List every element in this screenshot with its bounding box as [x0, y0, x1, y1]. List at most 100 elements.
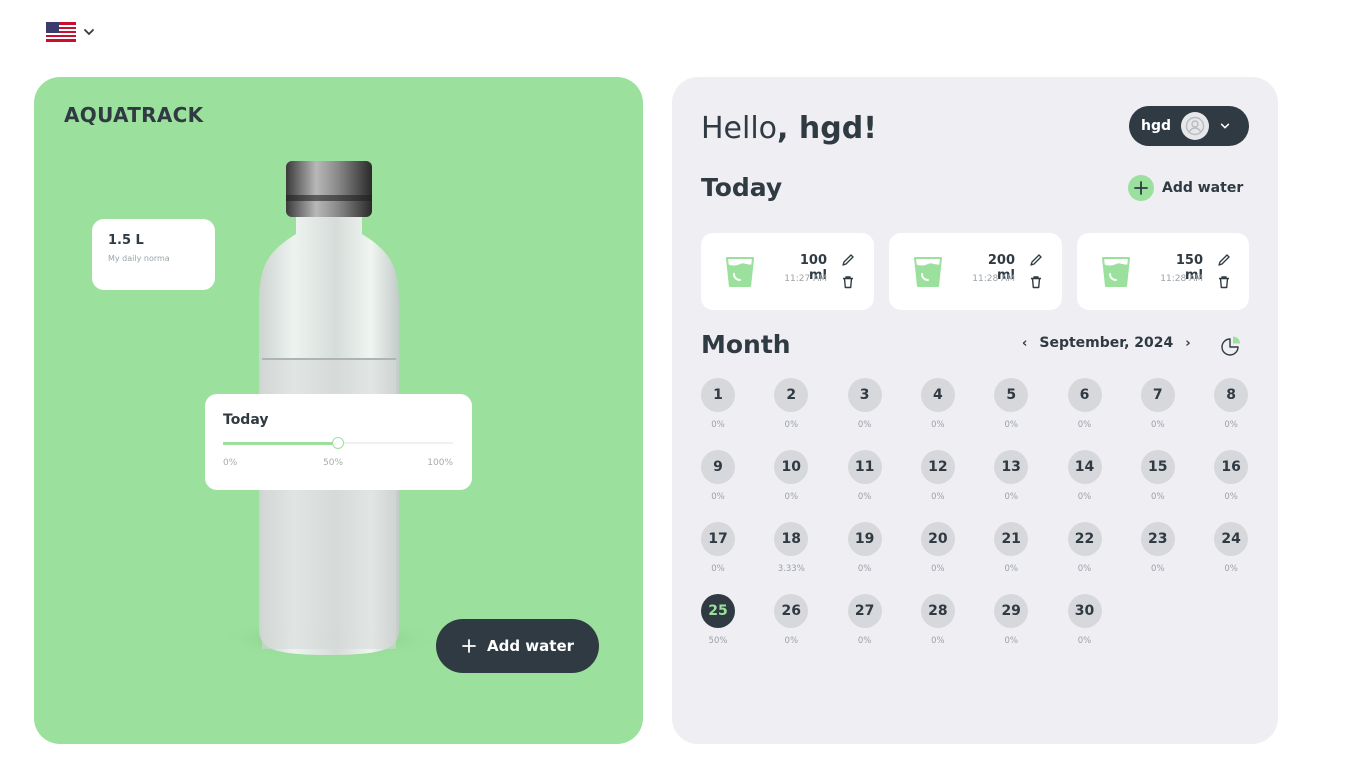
calendar-day: 3 0% [847, 378, 883, 430]
calendar-day-button[interactable]: 14 [1067, 450, 1102, 484]
edit-icon[interactable] [1029, 253, 1043, 267]
calendar-day-percent: 0% [857, 564, 872, 574]
calendar-day-button[interactable]: 27 [847, 594, 882, 628]
hero-panel: AQUATRACK 1.5 L My daily norma Today 0% … [34, 77, 643, 744]
avatar [1181, 112, 1210, 140]
entry-time: 11:28 AM [972, 274, 1015, 284]
language-switcher[interactable] [46, 22, 96, 42]
calendar-day-percent: 50% [708, 636, 728, 646]
tick-100: 100% [427, 458, 453, 468]
water-glass-icon [726, 257, 754, 287]
calendar-day-button[interactable]: 30 [1067, 594, 1102, 628]
us-flag-icon [46, 22, 76, 42]
month-section-title: Month [701, 330, 791, 359]
calendar-day: 25 50% [700, 594, 736, 646]
calendar-day-button[interactable]: 25 [701, 594, 735, 628]
trash-icon[interactable] [1029, 275, 1043, 289]
calendar-day-percent: 0% [1151, 564, 1165, 574]
month-label: September, 2024 [1039, 335, 1174, 351]
greeting: Hello, hgd! [701, 111, 877, 146]
logo: AQUATRACK [64, 103, 204, 127]
calendar-day-button[interactable]: 5 [994, 378, 1029, 412]
calendar-day: 23 0% [1140, 522, 1176, 574]
calendar-day: 9 0% [700, 450, 736, 502]
calendar-day-button[interactable]: 22 [1067, 522, 1102, 556]
progress-fill [223, 442, 338, 445]
daily-norma-label: My daily norma [108, 254, 170, 263]
calendar-day: 5 0% [993, 378, 1029, 430]
pie-chart-icon[interactable] [1220, 335, 1242, 357]
next-month-button[interactable]: › [1185, 336, 1190, 351]
calendar-day: 16 0% [1213, 450, 1249, 502]
calendar-day-percent: 0% [1077, 636, 1092, 646]
add-water-button[interactable]: Add water [436, 619, 599, 673]
calendar-day-button[interactable]: 2 [774, 378, 809, 412]
calendar-day: 30 0% [1067, 594, 1103, 646]
greeting-prefix: Hello [701, 111, 778, 146]
calendar-day-button[interactable]: 23 [1140, 522, 1175, 556]
calendar-day-button[interactable]: 7 [1140, 378, 1175, 412]
water-entry-card: 200 ml 11:28 AM [889, 233, 1062, 310]
calendar-day-button[interactable]: 12 [920, 450, 955, 484]
water-glass-icon [1102, 257, 1130, 287]
calendar-day-percent: 0% [1077, 492, 1092, 502]
calendar-day-percent: 0% [1004, 564, 1018, 574]
calendar-day-button[interactable]: 17 [701, 522, 735, 556]
calendar-day-button[interactable]: 13 [994, 450, 1029, 484]
calendar-day: 17 0% [700, 522, 736, 574]
calendar-day-button[interactable]: 1 [701, 378, 735, 412]
chevron-down-icon [84, 29, 94, 36]
edit-icon[interactable] [841, 253, 855, 267]
calendar-day-button[interactable]: 4 [920, 378, 955, 412]
calendar-day-button[interactable]: 19 [847, 522, 882, 556]
calendar-day-percent: 0% [711, 492, 725, 502]
calendar-day: 20 0% [920, 522, 956, 574]
calendar-day-button[interactable]: 16 [1214, 450, 1249, 484]
calendar-day-percent: 0% [1077, 564, 1092, 574]
progress-knob[interactable] [332, 437, 344, 449]
calendar-day-button[interactable]: 24 [1214, 522, 1249, 556]
calendar-day-button[interactable]: 20 [920, 522, 955, 556]
calendar-day-button[interactable]: 10 [774, 450, 809, 484]
calendar-day-percent: 0% [857, 492, 872, 502]
add-water-link[interactable]: Add water [1128, 175, 1243, 201]
calendar-day-button[interactable]: 28 [920, 594, 955, 628]
calendar-day: 19 0% [847, 522, 883, 574]
calendar-day: 29 0% [993, 594, 1029, 646]
calendar-day-button[interactable]: 9 [701, 450, 735, 484]
calendar-day-button[interactable]: 21 [994, 522, 1029, 556]
trash-icon[interactable] [841, 275, 855, 289]
calendar-day-percent: 0% [931, 564, 945, 574]
calendar-day-percent: 0% [1077, 420, 1092, 430]
calendar-day-percent: 0% [784, 492, 799, 502]
calendar-day-button[interactable]: 18 [774, 522, 809, 556]
calendar-day: 7 0% [1140, 378, 1176, 430]
calendar-day-button[interactable]: 29 [994, 594, 1029, 628]
tick-0: 0% [223, 458, 238, 468]
calendar-day-button[interactable]: 3 [847, 378, 882, 412]
chevron-down-icon [1220, 123, 1230, 129]
plus-circle-icon [1128, 175, 1154, 201]
user-menu-button[interactable]: hgd [1129, 106, 1249, 146]
tick-50: 50% [323, 458, 344, 468]
today-progress-title: Today [223, 412, 269, 428]
calendar-day-percent: 0% [931, 420, 945, 430]
calendar-day-percent: 0% [1224, 420, 1238, 430]
calendar-day: 18 3.33% [773, 522, 809, 574]
calendar-day-button[interactable]: 6 [1067, 378, 1102, 412]
add-water-button-label: Add water [486, 637, 575, 655]
today-progress-card: Today 0% 50% 100% [205, 394, 472, 490]
add-water-link-label: Add water [1162, 180, 1244, 196]
calendar-day-button[interactable]: 8 [1214, 378, 1249, 412]
calendar-day-percent: 0% [1151, 492, 1165, 502]
water-glass-icon [914, 257, 942, 287]
calendar-day-percent: 0% [711, 420, 725, 430]
prev-month-button[interactable]: ‹ [1022, 336, 1027, 351]
trash-icon[interactable] [1217, 275, 1231, 289]
calendar-day-percent: 0% [1151, 420, 1165, 430]
edit-icon[interactable] [1217, 253, 1231, 267]
calendar-day-button[interactable]: 15 [1140, 450, 1175, 484]
calendar-day-button[interactable]: 11 [847, 450, 882, 484]
daily-norma-value: 1.5 L [108, 233, 144, 248]
calendar-day-button[interactable]: 26 [774, 594, 809, 628]
